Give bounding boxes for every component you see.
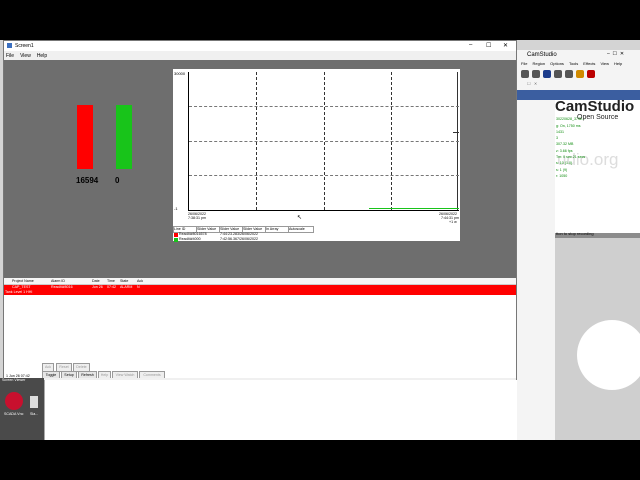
scada-app-icon[interactable] [5,392,23,410]
alarm-panel[interactable]: Project Name Alarm ID Date Time State Ac… [4,278,516,380]
screen1-titlebar[interactable] [4,41,516,51]
cam-stat: g: On, 1750 ms [556,124,581,128]
grid-hline [189,141,459,142]
alarm-col-header[interactable]: State [120,279,128,283]
camstudio-toolbar[interactable] [521,70,631,80]
cam-menu-options[interactable]: Options [550,61,564,66]
trend-chart[interactable]: 30000 -1 ↖ 26/06/2022 7:38:31 pm 26/06/2… [173,69,460,242]
mouse-cursor-icon: ↖ [297,215,303,221]
camstudio-title: CamStudio [527,52,557,58]
camstudio-hint: tton to stop recording [556,231,594,236]
cam-stat: 1431 [556,130,564,134]
desktop-icon-label: SCADA Vnc [4,412,24,416]
camstudio-window-controls[interactable]: – ☐ ✕ [607,51,624,57]
green-level-bar [116,105,132,169]
alarm-table-header: Project Name Alarm ID Date Time State Ac… [4,278,516,285]
alarm-ack: N [137,285,140,289]
app-icon [7,43,12,48]
desktop-bottom: Screen Viewer SCADA Vnc Sla... [0,378,517,440]
screen1-window[interactable]: Screen1 – ☐ ✕ File View Help 16594 0 30000… [3,40,517,380]
legend-row-name: Read4t#4000 [179,237,201,241]
camstudio-subcontrols[interactable]: ☐ ✕ [527,81,537,86]
record-icon[interactable] [521,70,529,78]
cam-stat: Tm: 0 sec 21 secs [556,155,586,159]
pause-icon[interactable] [532,70,540,78]
alarm-col-header[interactable]: Time [107,279,115,283]
stop-icon[interactable] [543,70,551,78]
file-icon[interactable] [30,396,38,408]
legend-col-header[interactable]: Autoscale [288,226,314,233]
menu-file[interactable]: File [6,53,14,59]
cam-stat: 3 [556,136,558,140]
green-value: 0 [115,176,120,185]
camstudio-logo: CamStudio [555,98,635,115]
trend-plot-area[interactable]: ↖ [188,72,459,221]
cam-stat: s: 10 (1.0) [556,161,573,165]
menu-view[interactable]: View [20,53,31,59]
desktop-corner-label: Screen Viewer [2,378,26,382]
cam-menu-effects[interactable]: Effects [583,61,595,66]
cam-menu-view[interactable]: View [600,61,609,66]
cam-stat: 30220628_3742... [556,117,585,121]
window-title: Screen1 [15,43,34,49]
camstudio-window[interactable]: CamStudio – ☐ ✕ File Region Options Tools Ef… [516,50,640,440]
cam-stat: s: 1 (9) [556,168,568,172]
y-min-label: -1 [174,206,178,211]
alarm-col-header[interactable]: Date [92,279,100,283]
alarm-state: ALARM [120,285,133,289]
annotate-icon[interactable] [587,70,595,78]
cam-menu-tools[interactable]: Tools [569,61,578,66]
alarm-id: Read4t#8016 [51,285,73,289]
grid-hline [189,106,459,107]
legend-swatch-red [174,233,178,237]
legend-row-name: Read4t#8016578 [179,232,207,236]
region-icon[interactable] [565,70,573,78]
legend-col-header[interactable]: In Array [265,226,289,233]
trend-legend-table[interactable]: Line ID Slider Value Slider Value Slider… [173,226,460,242]
cam-menu-region[interactable]: Region [532,61,545,66]
cam-menu-help[interactable]: Help [614,61,622,66]
alarm-col-header[interactable]: Ack [137,279,143,283]
legend-row-value: 7:42:56.367/26/06/2022 [220,237,258,241]
alarm-date: Jun 26 [92,285,103,289]
alarm-project: CAP_TEST [12,285,31,289]
alarm-description: Tank Level 1 HHI [5,290,33,294]
settings-icon[interactable] [576,70,584,78]
legend-swatch-green [174,238,178,242]
red-level-bar [77,105,93,169]
alarm-time: 07:42 [107,285,116,289]
menu-help[interactable]: Help [37,53,47,59]
cursor-tick [453,132,459,133]
alarm-col-header[interactable]: Project Name [12,279,34,283]
alarm-row[interactable]: CAP_TEST Read4t#8016 Jun 26 07:42 ALARM … [4,285,516,295]
close-button[interactable]: ✕ [503,42,508,49]
desktop-icon-label: Sla... [30,412,39,416]
screen-icon[interactable] [554,70,562,78]
cam-stat: 307.32 MB [556,142,574,146]
x-right-extra: +1 w [449,220,457,224]
alarm-col-header[interactable]: Alarm ID [51,279,65,283]
background-window [44,380,517,440]
green-trend-line [369,208,459,209]
grid-hline [189,175,459,176]
y-max-label: 30000 [174,71,186,76]
camstudio-watermark: udio.org [557,150,619,169]
cam-stat: z: 3.66 fps [556,149,573,153]
x-left-time: 7:38:31 pm [188,216,206,220]
red-value: 16594 [76,176,99,185]
maximize-button[interactable]: ☐ [486,42,491,49]
camstudio-menu[interactable]: File Region Options Tools Effects View Help [521,61,627,66]
minimize-button[interactable]: – [469,42,472,48]
legend-row-value: 7:44:23.283/26/06/2022 [220,232,258,236]
cam-menu-file[interactable]: File [521,61,527,66]
screen1-menu[interactable]: File View Help [6,53,53,59]
